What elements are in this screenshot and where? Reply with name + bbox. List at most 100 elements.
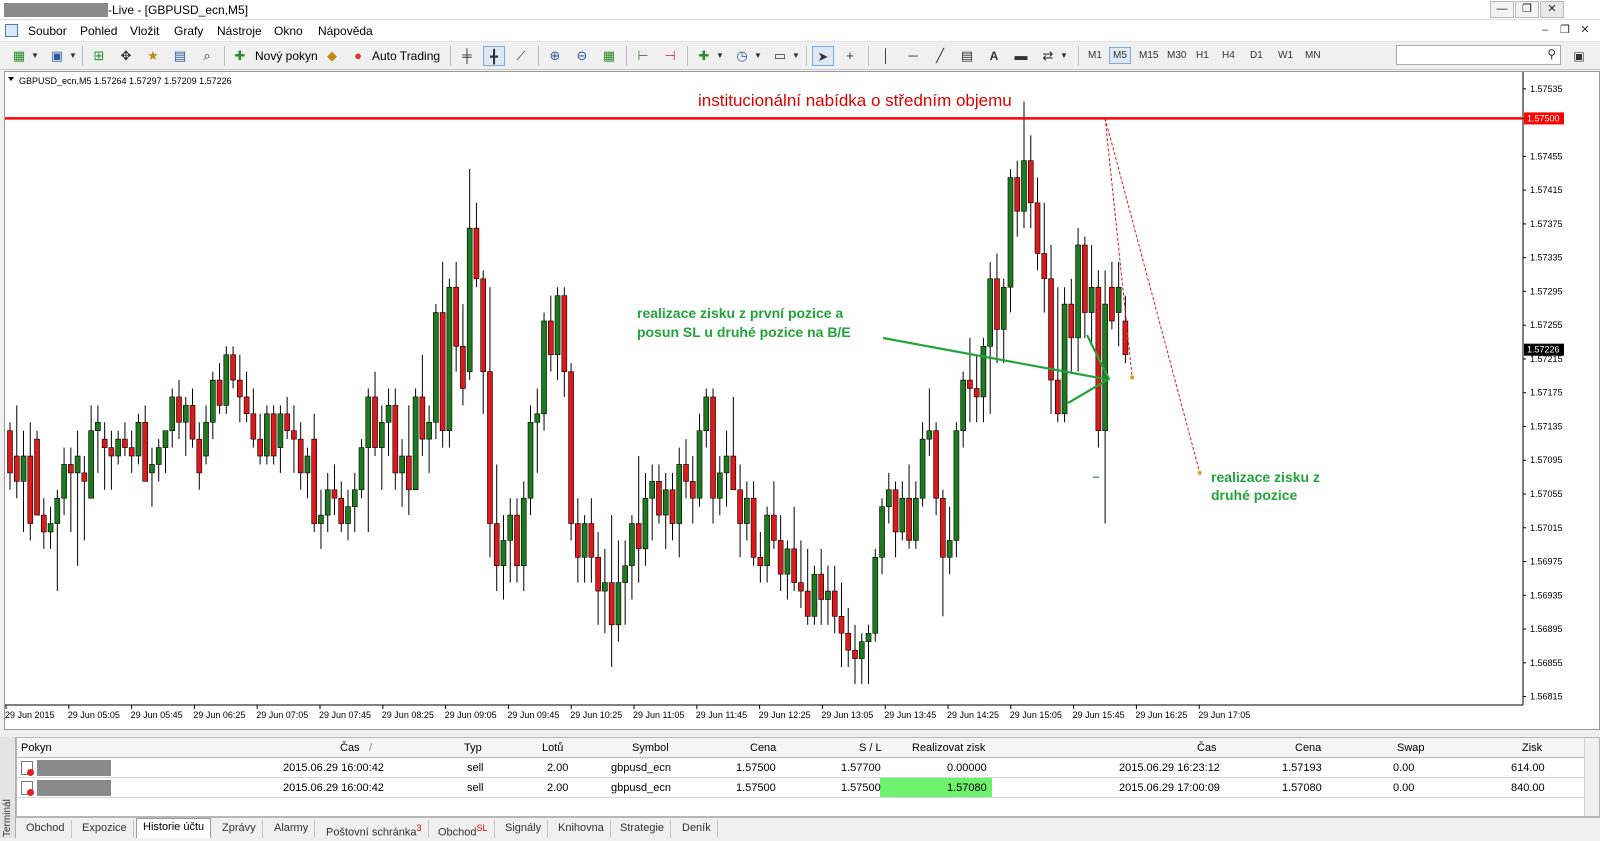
equidistant-channel-icon[interactable]: ▤ (956, 46, 978, 66)
arrows-dropdown-icon[interactable]: ▼ (1059, 46, 1069, 66)
timeframe-m30[interactable]: M30 (1167, 50, 1186, 61)
col-close-price[interactable]: Cena (1295, 742, 1321, 754)
bar-chart-icon[interactable]: ╪ (456, 46, 478, 66)
col-type[interactable]: Typ (464, 742, 482, 754)
profiles-dropdown-icon[interactable]: ▼ (68, 46, 78, 66)
templates-dropdown-icon[interactable]: ▼ (791, 46, 801, 66)
candle-body (446, 286, 453, 431)
terminal-grip[interactable]: Terminál (0, 737, 16, 838)
col-order[interactable]: Pokyn (21, 742, 52, 754)
timeframe-m1[interactable]: M1 (1088, 50, 1102, 61)
arrows-icon[interactable]: ⇄ (1037, 46, 1059, 66)
tile-windows-icon[interactable]: ▦ (598, 46, 620, 66)
text-tool-icon[interactable]: A (983, 46, 1005, 66)
tab-exposure[interactable]: Expozice (76, 820, 134, 838)
search-input[interactable]: ⚲ (1396, 45, 1561, 65)
new-chart-dropdown-icon[interactable]: ▼ (30, 46, 40, 66)
col-tp[interactable]: Realizovat zisk (912, 742, 985, 754)
candle-body (710, 396, 716, 499)
tab-strategies[interactable]: Strategie (614, 820, 672, 838)
timeframe-w1[interactable]: W1 (1278, 50, 1293, 61)
navigator-icon[interactable]: ★ (142, 46, 164, 66)
tab-library[interactable]: Knihovna (552, 820, 611, 838)
zoom-out-icon[interactable]: ⊖ (571, 46, 593, 66)
profiles-icon[interactable]: ▣ (46, 46, 68, 66)
terminal-icon[interactable]: ▤ (169, 46, 191, 66)
mdi-restore-button[interactable]: ❐ (1556, 22, 1574, 39)
chart-window[interactable]: 1.57535 1.57455 1.57415 1.57375 1.57335 1.572… (4, 71, 1600, 730)
vertical-line-icon[interactable]: │ (875, 46, 897, 66)
indicators-dropdown-icon[interactable]: ▼ (715, 46, 725, 66)
auto-trading-icon[interactable]: ● (348, 46, 368, 66)
periods-icon[interactable]: ◷ (731, 46, 753, 66)
chart-info-toggle-icon[interactable] (8, 77, 14, 81)
periods-dropdown-icon[interactable]: ▼ (753, 46, 763, 66)
col-open-time[interactable]: Čas (340, 742, 360, 754)
new-order-icon[interactable]: ✚ (230, 46, 250, 66)
mdi-close-button[interactable]: ✕ (1576, 22, 1594, 39)
candlestick-chart-icon[interactable]: ╋ (483, 46, 505, 66)
tab-signals[interactable]: Signály (499, 820, 549, 838)
col-swap[interactable]: Swap (1397, 742, 1425, 754)
auto-scroll-icon[interactable]: ⊣ (659, 46, 681, 66)
candle-body (527, 421, 534, 499)
strategy-tester-icon[interactable]: ⌕ (196, 46, 218, 66)
timeframe-m5[interactable]: M5 (1109, 47, 1131, 64)
auto-trading-button[interactable]: Auto Trading (372, 49, 440, 63)
zoom-in-icon[interactable]: ⊕ (544, 46, 566, 66)
menu-help[interactable]: Nápověda (318, 24, 373, 38)
menu-charts[interactable]: Grafy (174, 24, 203, 38)
line-chart-icon[interactable]: ⟋ (510, 46, 532, 66)
templates-icon[interactable]: ▭ (769, 46, 791, 66)
horizontal-line-icon[interactable]: ─ (902, 46, 924, 66)
tab-label: Alarmy (274, 822, 309, 834)
crosshair-icon[interactable]: + (839, 46, 861, 66)
tab-trade[interactable]: Obchod (20, 820, 72, 838)
trendline-icon[interactable]: ╱ (929, 46, 951, 66)
close-button[interactable]: ✕ (1540, 1, 1564, 18)
col-sl[interactable]: S / L (859, 742, 882, 754)
candle-body (1122, 320, 1129, 356)
minimize-button[interactable]: — (1490, 1, 1514, 18)
col-close-time[interactable]: Čas (1197, 742, 1217, 754)
new-chart-icon[interactable]: ▦ (8, 46, 30, 66)
menu-insert[interactable]: Vložit (130, 24, 159, 38)
tab-alerts[interactable]: Alarmy (268, 820, 316, 838)
chart-shift-icon[interactable]: ⊢ (632, 46, 654, 66)
price-chart[interactable]: 1.57535 1.57455 1.57415 1.57375 1.57335 1.572… (5, 72, 1599, 729)
data-window-icon[interactable]: ✥ (115, 46, 137, 66)
col-price[interactable]: Cena (750, 742, 776, 754)
timeframe-h4[interactable]: H4 (1222, 50, 1235, 61)
cursor-icon[interactable]: ➤ (812, 46, 834, 66)
mdi-minimize-button[interactable]: – (1536, 22, 1554, 39)
col-symbol[interactable]: Symbol (632, 742, 669, 754)
maximize-button[interactable]: ❐ (1515, 1, 1539, 18)
history-row[interactable]: 2015.06.29 16:00:42 sell 2.00 gbpusd_ecn… (17, 778, 1585, 798)
market-watch-icon[interactable]: ⊞ (88, 46, 110, 66)
tab-account-history[interactable]: Historie účtu (136, 818, 212, 838)
timeframe-h1[interactable]: H1 (1196, 50, 1209, 61)
indicators-icon[interactable]: ✚ (693, 46, 715, 66)
menu-view[interactable]: Pohled (80, 24, 117, 38)
search-icon[interactable]: ⚲ (1547, 47, 1556, 61)
tab-news[interactable]: Zprávy (216, 820, 263, 838)
text-label-icon[interactable]: ▬ (1010, 46, 1032, 66)
new-order-button[interactable]: Nový pokyn (255, 49, 318, 63)
tab-market[interactable]: ObchodSL (432, 820, 495, 839)
menu-window[interactable]: Okno (274, 24, 303, 38)
candle-body (642, 497, 649, 550)
history-row[interactable]: 2015.06.29 16:00:42 sell 2.00 gbpusd_ecn… (17, 758, 1585, 778)
tab-journal[interactable]: Deník (676, 820, 718, 838)
col-profit[interactable]: Zisk (1522, 742, 1542, 754)
tab-mailbox[interactable]: Poštovní schránka3 (320, 820, 429, 839)
timeframe-mn[interactable]: MN (1305, 50, 1321, 61)
menu-tools[interactable]: Nástroje (217, 24, 262, 38)
menu-file[interactable]: Soubor (28, 24, 67, 38)
candle-body (514, 514, 520, 567)
col-lots[interactable]: Lotů (542, 742, 563, 754)
timeframe-d1[interactable]: D1 (1250, 50, 1263, 61)
timeframe-m15[interactable]: M15 (1139, 50, 1158, 61)
metaeditor-icon[interactable]: ◆ (322, 46, 342, 66)
terminal-scrollbar[interactable] (1584, 738, 1599, 816)
community-icon[interactable]: ▣ (1568, 46, 1590, 66)
